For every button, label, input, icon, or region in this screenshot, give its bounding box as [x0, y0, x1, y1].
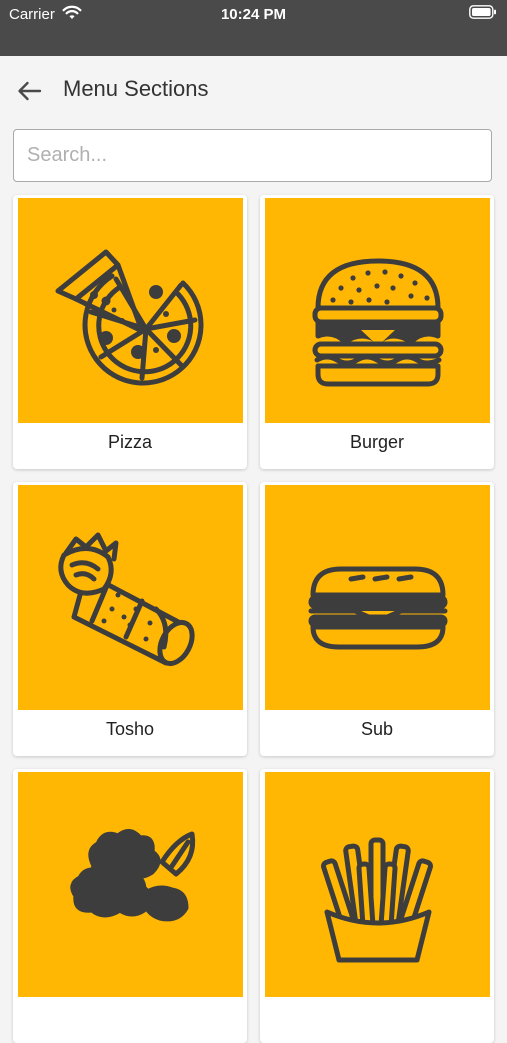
pizza-icon	[55, 249, 203, 386]
section-card-burger[interactable]: Burger	[260, 195, 494, 469]
section-label: Sub	[360, 719, 394, 739]
section-tile	[18, 772, 243, 997]
clock: 10:24 PM	[220, 6, 287, 23]
section-label: Burger	[349, 432, 405, 452]
burger-icon	[312, 258, 443, 386]
section-card-salad[interactable]	[13, 769, 247, 1043]
section-card-tosho[interactable]: Tosho	[13, 482, 247, 756]
section-tile	[18, 198, 243, 423]
section-tile	[18, 485, 243, 710]
fries-icon	[320, 837, 433, 962]
section-tile	[265, 198, 490, 423]
battery-icon	[469, 5, 497, 24]
section-card-fries[interactable]	[260, 769, 494, 1043]
wrap-icon	[57, 532, 195, 666]
section-tile	[265, 485, 490, 710]
salad-icon	[69, 828, 195, 921]
section-card-sub[interactable]: Sub	[260, 482, 494, 756]
sub-sandwich-icon	[308, 566, 447, 649]
section-label: Pizza	[107, 432, 152, 452]
section-label: Tosho	[105, 719, 155, 739]
back-arrow-icon	[18, 81, 42, 101]
section-card-pizza[interactable]: Pizza	[13, 195, 247, 469]
search-box	[13, 129, 492, 182]
search-input[interactable]	[14, 130, 491, 181]
section-tile	[265, 772, 490, 997]
app-bar: Menu Sections	[0, 56, 507, 126]
back-button[interactable]	[12, 74, 46, 108]
status-bar: Carrier 10:24 PM	[0, 0, 507, 56]
page-title: Menu Sections	[63, 76, 209, 101]
